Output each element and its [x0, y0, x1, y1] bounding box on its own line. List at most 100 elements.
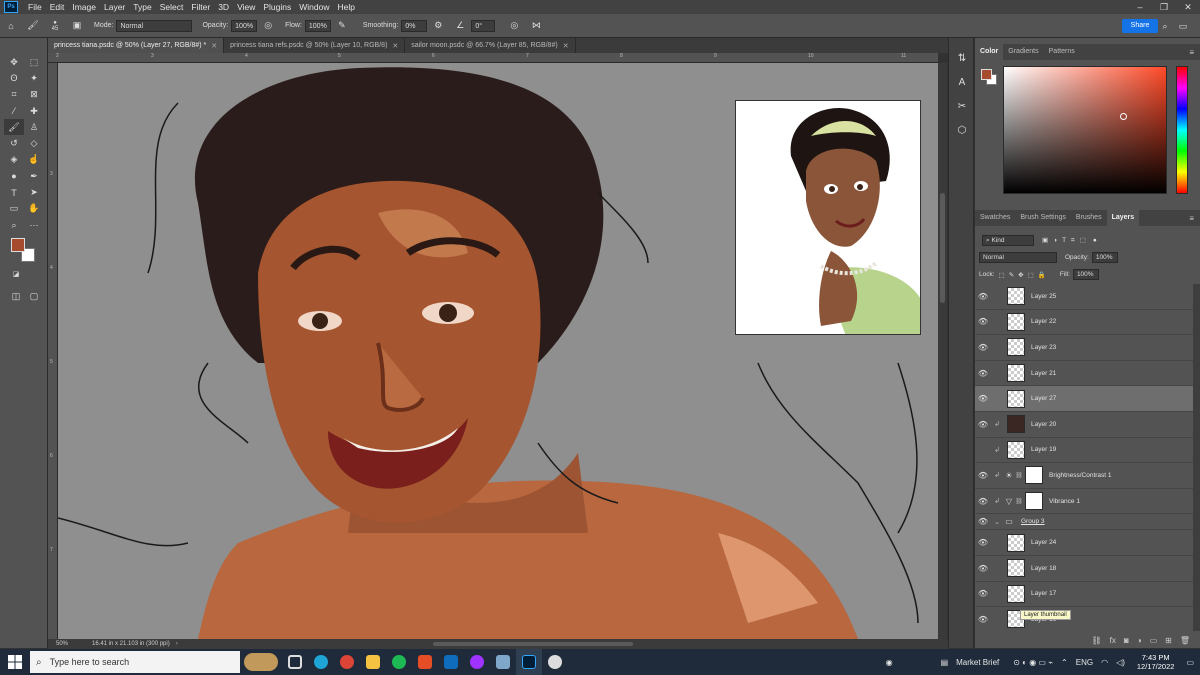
paint-bucket-tool-icon[interactable]: ◈ [4, 152, 24, 168]
panel-menu-icon[interactable]: ≡ [1189, 48, 1194, 57]
obs-icon[interactable] [542, 649, 568, 675]
task-view-icon[interactable] [282, 649, 308, 675]
language-indicator[interactable]: ENG [1072, 658, 1097, 667]
eraser-tool-icon[interactable]: ◇ [24, 135, 44, 151]
wifi-icon[interactable]: ◠ [1097, 658, 1112, 667]
document-canvas[interactable] [58, 63, 938, 639]
visibility-eye-icon[interactable]: 👁 [975, 615, 991, 624]
layer-row-selected[interactable]: 👁 Layer 27 [975, 386, 1193, 412]
brush-tool-preset-icon[interactable]: 🖌 [26, 19, 40, 33]
layer-mask-thumbnail[interactable] [1025, 466, 1043, 485]
filter-kind-select[interactable]: ⌕ Kind [982, 235, 1034, 246]
tab-swatches[interactable]: Swatches [975, 210, 1015, 226]
opacity-field[interactable]: 100% [231, 19, 258, 32]
layer-thumbnail[interactable] [1007, 389, 1025, 408]
visibility-eye-icon[interactable]: 👁 [975, 292, 991, 301]
layer-row[interactable]: 👁 Layer 21 [975, 361, 1193, 387]
hand-tool-icon[interactable]: ✋ [24, 201, 44, 217]
smudge-tool-icon[interactable]: ☝ [24, 152, 44, 168]
minimize-button[interactable]: – [1128, 0, 1152, 14]
layer-thumbnail[interactable] [1007, 584, 1025, 603]
layer-row[interactable]: 👁 ↲ ☀ ⛓ Brightness/Contrast 1 [975, 463, 1193, 489]
layer-thumbnail[interactable] [1007, 287, 1025, 306]
tab-layers[interactable]: Layers [1106, 210, 1140, 226]
layer-row[interactable]: ▢ ↲ Layer 19 [975, 438, 1193, 464]
panel-menu-icon[interactable]: ≡ [1189, 214, 1194, 223]
visibility-eye-icon[interactable]: 👁 [975, 497, 991, 506]
visibility-toggle-off[interactable]: ▢ [975, 445, 991, 454]
start-button[interactable] [0, 649, 30, 675]
tab-brush-settings[interactable]: Brush Settings [1015, 210, 1071, 226]
visibility-eye-icon[interactable]: 👁 [975, 589, 991, 598]
panel-foreground-swatch[interactable] [981, 69, 992, 80]
brush-size-picker[interactable]: ● 45 [48, 19, 62, 33]
show-hidden-icons-chevron-icon[interactable]: ⌃ [1057, 658, 1072, 667]
lock-options-icons[interactable]: ⬚✎✥⬚🔒 [999, 271, 1050, 279]
notifications-icon[interactable]: ▭ [1182, 658, 1200, 667]
hue-slider[interactable] [1176, 66, 1188, 194]
menu-type[interactable]: Type [129, 2, 155, 12]
photoshop-logo-icon[interactable]: Ps [4, 1, 18, 13]
tab-gradients[interactable]: Gradients [1003, 44, 1043, 60]
layer-thumbnail[interactable] [1007, 338, 1025, 357]
frame-tool-icon[interactable]: ⊠ [24, 87, 44, 103]
menu-select[interactable]: Select [156, 2, 188, 12]
layer-thumbnail[interactable] [1007, 559, 1025, 578]
healing-brush-tool-icon[interactable]: ✚ [24, 103, 44, 119]
airbrush-icon[interactable]: ✎ [335, 19, 349, 33]
tab-princess-tiana[interactable]: princess tiana.psdc @ 50% (Layer 27, RGB… [48, 38, 225, 53]
layer-thumbnail[interactable] [1007, 440, 1025, 459]
snip-tool-icon[interactable] [490, 649, 516, 675]
crop-tool-icon[interactable]: ⌗ [4, 87, 24, 103]
eyedropper-tool-icon[interactable]: ⁄ [4, 103, 24, 119]
horizontal-scroll-thumb[interactable] [433, 642, 633, 646]
news-widget[interactable]: Market Brief [952, 658, 1003, 667]
menu-plugins[interactable]: Plugins [259, 2, 295, 12]
smoothing-options-gear-icon[interactable]: ⚙ [431, 19, 445, 33]
character-icon[interactable]: A [949, 70, 975, 94]
edge-icon[interactable] [308, 649, 334, 675]
type-tool-icon[interactable]: T [4, 184, 24, 200]
brush-panel-toggle-icon[interactable]: ▣ [70, 19, 84, 33]
photoshop-taskbar-icon[interactable] [516, 649, 542, 675]
messenger-icon[interactable] [464, 649, 490, 675]
share-button[interactable]: Share [1122, 19, 1158, 33]
color-picker-field[interactable] [1003, 66, 1167, 194]
filter-toggle-icon[interactable]: ● [1093, 237, 1097, 244]
link-chain-icon[interactable]: ⛓ [1015, 472, 1023, 479]
link-chain-icon[interactable]: ⛓ [1015, 498, 1023, 505]
history-brush-tool-icon[interactable]: ↺ [4, 135, 24, 151]
status-arrow-icon[interactable]: › [176, 641, 178, 647]
tray-app-icons[interactable]: ⊙ ◐ ◉ ▭ ⌁ [1009, 658, 1057, 667]
symmetry-icon[interactable]: ⋈ [529, 19, 543, 33]
clone-stamp-tool-icon[interactable]: ♙ [24, 119, 44, 135]
close-icon[interactable]: ✕ [211, 42, 217, 50]
tools-icon[interactable]: ✂ [949, 94, 975, 118]
layer-thumbnail[interactable] [1007, 415, 1025, 434]
menu-filter[interactable]: Filter [187, 2, 214, 12]
adjustment-layer-icon[interactable]: ◑ [1137, 636, 1142, 645]
visibility-eye-icon[interactable]: 👁 [975, 517, 991, 526]
screen-mode-icon[interactable]: ▢ [24, 288, 44, 304]
rectangle-tool-icon[interactable]: ▭ [4, 201, 24, 217]
layer-opacity-field[interactable]: 100% [1091, 252, 1118, 263]
file-explorer-icon[interactable] [360, 649, 386, 675]
tab-princess-tiana-refs[interactable]: princess tiana refs.psdc @ 50% (Layer 10… [224, 38, 406, 53]
smoothing-field[interactable]: 0% [401, 19, 428, 32]
close-icon[interactable]: ✕ [563, 42, 569, 50]
group-expand-chevron-icon[interactable]: ⌄ [991, 518, 1003, 526]
clock[interactable]: 7:43 PM 12/17/2022 [1129, 653, 1183, 671]
tab-brushes[interactable]: Brushes [1071, 210, 1107, 226]
tab-sailor-moon[interactable]: sailor moon.psdc @ 66.7% (Layer 85, RGB/… [405, 38, 576, 53]
visibility-eye-icon[interactable]: 👁 [975, 420, 991, 429]
menu-image[interactable]: Image [68, 2, 100, 12]
layer-mask-thumbnail[interactable] [1025, 492, 1043, 511]
mode-select[interactable]: Normal [116, 19, 193, 32]
zoom-tool-icon[interactable]: ⌕ [4, 217, 24, 233]
layer-row[interactable]: 👁 Layer 17 [975, 582, 1193, 608]
news-icon[interactable]: ▤ [937, 658, 953, 667]
link-layers-icon[interactable]: ⛓ [1092, 636, 1102, 645]
brush-tool-icon[interactable]: 🖌 [4, 119, 24, 136]
angle-field[interactable]: 0° [471, 19, 496, 32]
zoom-level[interactable]: 50% [56, 641, 86, 647]
